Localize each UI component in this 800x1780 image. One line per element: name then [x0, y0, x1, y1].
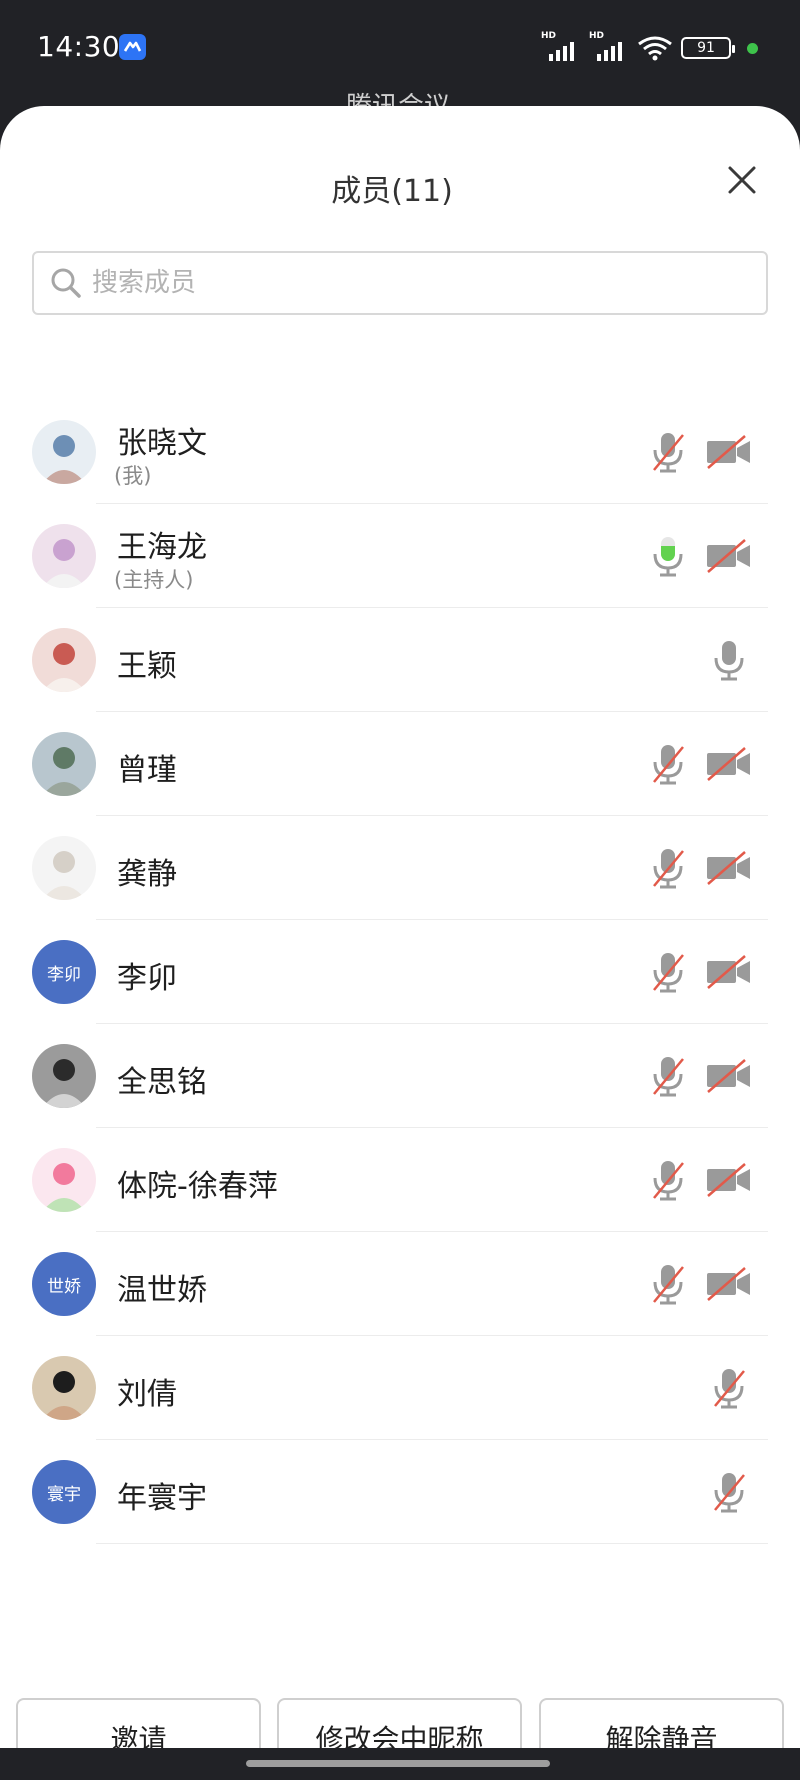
camera-off-icon[interactable] [705, 1156, 753, 1204]
member-row[interactable]: 李卯 李卯 [0, 920, 800, 1024]
camera-off-icon[interactable] [705, 844, 753, 892]
navigation-bar [0, 1748, 800, 1780]
member-avatar [32, 1356, 96, 1420]
member-avatar [32, 836, 96, 900]
close-button[interactable] [724, 162, 760, 198]
sheet-title: 成员(11) [331, 174, 453, 209]
member-row[interactable]: 世娇 温世娇 [0, 1232, 800, 1336]
mic-muted-icon[interactable] [709, 1468, 749, 1516]
member-avatar [32, 524, 96, 588]
camera-off-icon[interactable] [705, 428, 753, 476]
member-row[interactable]: 张晓文 (我) [0, 400, 800, 504]
close-icon [728, 166, 756, 194]
home-indicator[interactable] [246, 1760, 550, 1767]
member-avatar: 寰宇 [32, 1460, 96, 1524]
status-time: 14:30 [37, 30, 121, 63]
member-name: 曾瑾 [117, 753, 177, 788]
member-name: 李卯 [117, 961, 177, 996]
signal-icon-2: HD [589, 31, 629, 63]
wifi-icon [638, 36, 672, 61]
search-input[interactable] [92, 268, 732, 298]
member-avatar [32, 1044, 96, 1108]
member-avatar: 李卯 [32, 940, 96, 1004]
mic-muted-icon[interactable] [648, 1156, 688, 1204]
camera-off-icon[interactable] [705, 532, 753, 580]
mic-muted-icon[interactable] [648, 948, 688, 996]
member-avatar: 世娇 [32, 1252, 96, 1316]
member-name: 张晓文 [117, 426, 207, 461]
member-avatar [32, 732, 96, 796]
mic-muted-icon[interactable] [648, 1260, 688, 1308]
member-name: 年寰宇 [117, 1481, 207, 1516]
status-bar: 14:30 HD HD 91 [0, 0, 800, 96]
member-avatar [32, 1148, 96, 1212]
row-divider [96, 1543, 768, 1544]
camera-off-icon[interactable] [705, 1052, 753, 1100]
mic-icon[interactable] [709, 636, 749, 684]
search-box[interactable] [32, 251, 768, 315]
signal-icon-1: HD [541, 31, 581, 63]
member-row[interactable]: 王海龙 (主持人) [0, 504, 800, 608]
member-list: 张晓文 (我) 王海龙 (主持人) 王颖曾瑾龚静李卯 李卯全思铭体院-徐春萍世娇 温世娇刘倩… [0, 400, 800, 1544]
member-row[interactable]: 刘倩 [0, 1336, 800, 1440]
camera-off-icon[interactable] [705, 1260, 753, 1308]
member-name: 温世娇 [117, 1273, 207, 1308]
members-sheet: 成员(11) 张晓文 (我) 王海龙 (主持人) 王颖曾瑾龚静李卯李卯全思铭体院-徐春萍… [0, 106, 800, 1777]
mic-icon[interactable] [648, 532, 688, 580]
member-row[interactable]: 体院-徐春萍 [0, 1128, 800, 1232]
member-row[interactable]: 全思铭 [0, 1024, 800, 1128]
meeting-app-icon [119, 34, 146, 60]
member-row[interactable]: 王颖 [0, 608, 800, 712]
member-name: 王海龙 [117, 530, 207, 565]
search-icon [51, 268, 81, 298]
member-name: 体院-徐春萍 [117, 1169, 278, 1204]
mic-muted-icon[interactable] [648, 1052, 688, 1100]
member-avatar [32, 420, 96, 484]
mic-muted-icon[interactable] [648, 844, 688, 892]
mic-muted-icon[interactable] [648, 740, 688, 788]
member-role: (我) [114, 464, 152, 488]
member-name: 龚静 [117, 857, 177, 892]
member-role: (主持人) [114, 568, 194, 592]
privacy-dot [747, 42, 758, 54]
battery-indicator: 91 [681, 37, 735, 59]
member-row[interactable]: 龚静 [0, 816, 800, 920]
member-avatar [32, 628, 96, 692]
member-row[interactable]: 寰宇 年寰宇 [0, 1440, 800, 1544]
member-name: 全思铭 [117, 1065, 207, 1100]
mic-muted-icon[interactable] [709, 1364, 749, 1412]
camera-off-icon[interactable] [705, 948, 753, 996]
member-name: 王颖 [117, 649, 177, 684]
mic-muted-icon[interactable] [648, 428, 688, 476]
member-name: 刘倩 [117, 1377, 177, 1412]
camera-off-icon[interactable] [705, 740, 753, 788]
member-row[interactable]: 曾瑾 [0, 712, 800, 816]
